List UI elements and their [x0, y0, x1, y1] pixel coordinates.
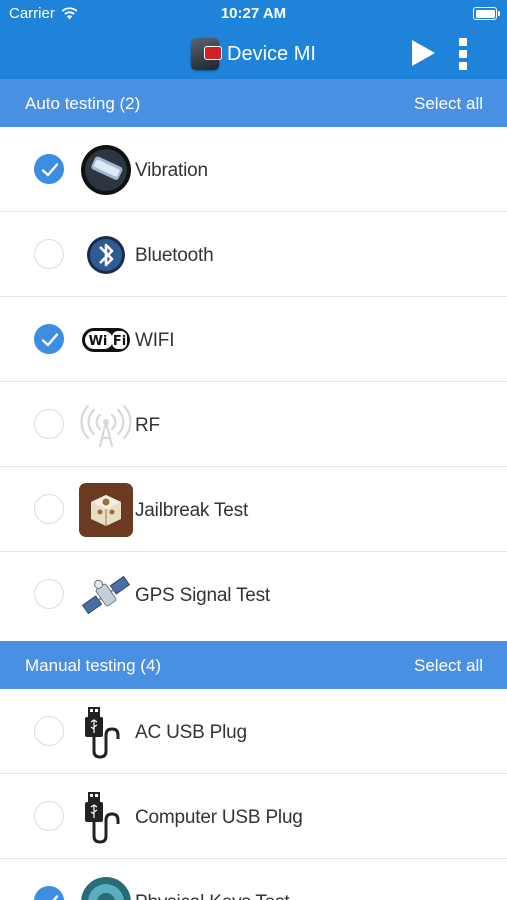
- list-item[interactable]: GPS Signal Test: [0, 552, 507, 637]
- item-label: GPS Signal Test: [135, 585, 271, 606]
- select-all-button[interactable]: Select all: [414, 94, 483, 114]
- navigation-bar: Device MI: [0, 28, 507, 79]
- checkbox-unchecked[interactable]: [34, 579, 64, 609]
- item-label: Jailbreak Test: [135, 500, 249, 521]
- top-bar: Carrier 10:27 AM Device MI: [0, 0, 507, 79]
- list-item[interactable]: AC USB Plug: [0, 689, 507, 774]
- satellite-icon: [81, 575, 131, 615]
- app-logo-icon: [191, 38, 223, 70]
- play-icon[interactable]: [409, 38, 437, 68]
- item-label: AC USB Plug: [135, 722, 247, 743]
- section-header-manual-testing: Manual testing (4) Select all: [0, 641, 507, 689]
- item-label: Vibration: [135, 160, 208, 181]
- checkbox-checked[interactable]: [34, 324, 64, 354]
- vibration-icon: [81, 145, 131, 195]
- keys-icon: [81, 877, 131, 900]
- checkbox-unchecked[interactable]: [34, 716, 64, 746]
- checkbox-unchecked[interactable]: [34, 409, 64, 439]
- checkbox-unchecked[interactable]: [34, 239, 64, 269]
- status-time: 10:27 AM: [220, 5, 287, 22]
- svg-text:Wi: Wi: [89, 334, 108, 349]
- list-item[interactable]: Physical Keys Test: [0, 859, 507, 900]
- nav-title: Device MI: [227, 42, 316, 65]
- status-bar: Carrier 10:27 AM: [0, 0, 507, 28]
- select-all-button[interactable]: Select all: [414, 656, 483, 676]
- item-label: Computer USB Plug: [135, 807, 303, 828]
- usb-plug-icon: [85, 792, 120, 844]
- item-label: RF: [135, 415, 160, 436]
- usb-plug-icon: [85, 707, 120, 759]
- list-item[interactable]: Bluetooth: [0, 212, 507, 297]
- checkbox-checked[interactable]: [34, 154, 64, 184]
- battery-icon: [473, 7, 500, 20]
- list-item[interactable]: Computer USB Plug: [0, 774, 507, 859]
- section-header-auto-testing: Auto testing (2) Select all: [0, 79, 507, 127]
- list-item[interactable]: Jailbreak Test: [0, 467, 507, 552]
- bluetooth-icon: [87, 236, 125, 274]
- svg-text:Fi: Fi: [113, 334, 126, 349]
- section-title: Auto testing (2): [25, 94, 141, 113]
- list-item[interactable]: Vibration: [0, 127, 507, 212]
- list-item[interactable]: RF: [0, 382, 507, 467]
- item-label: Bluetooth: [135, 245, 214, 266]
- wifi-icon: Wi Fi: [82, 328, 130, 352]
- jailbreak-box-icon: [79, 483, 133, 537]
- checkbox-checked[interactable]: [34, 886, 64, 900]
- item-label: Physical Keys Test: [135, 892, 290, 900]
- checkbox-unchecked[interactable]: [34, 494, 64, 524]
- more-menu-icon[interactable]: [457, 38, 469, 70]
- item-label: WIFI: [135, 330, 175, 351]
- section-title: Manual testing (4): [25, 656, 162, 675]
- checkbox-unchecked[interactable]: [34, 801, 64, 831]
- antenna-icon: [80, 404, 132, 448]
- list-item[interactable]: Wi Fi WIFI: [0, 297, 507, 382]
